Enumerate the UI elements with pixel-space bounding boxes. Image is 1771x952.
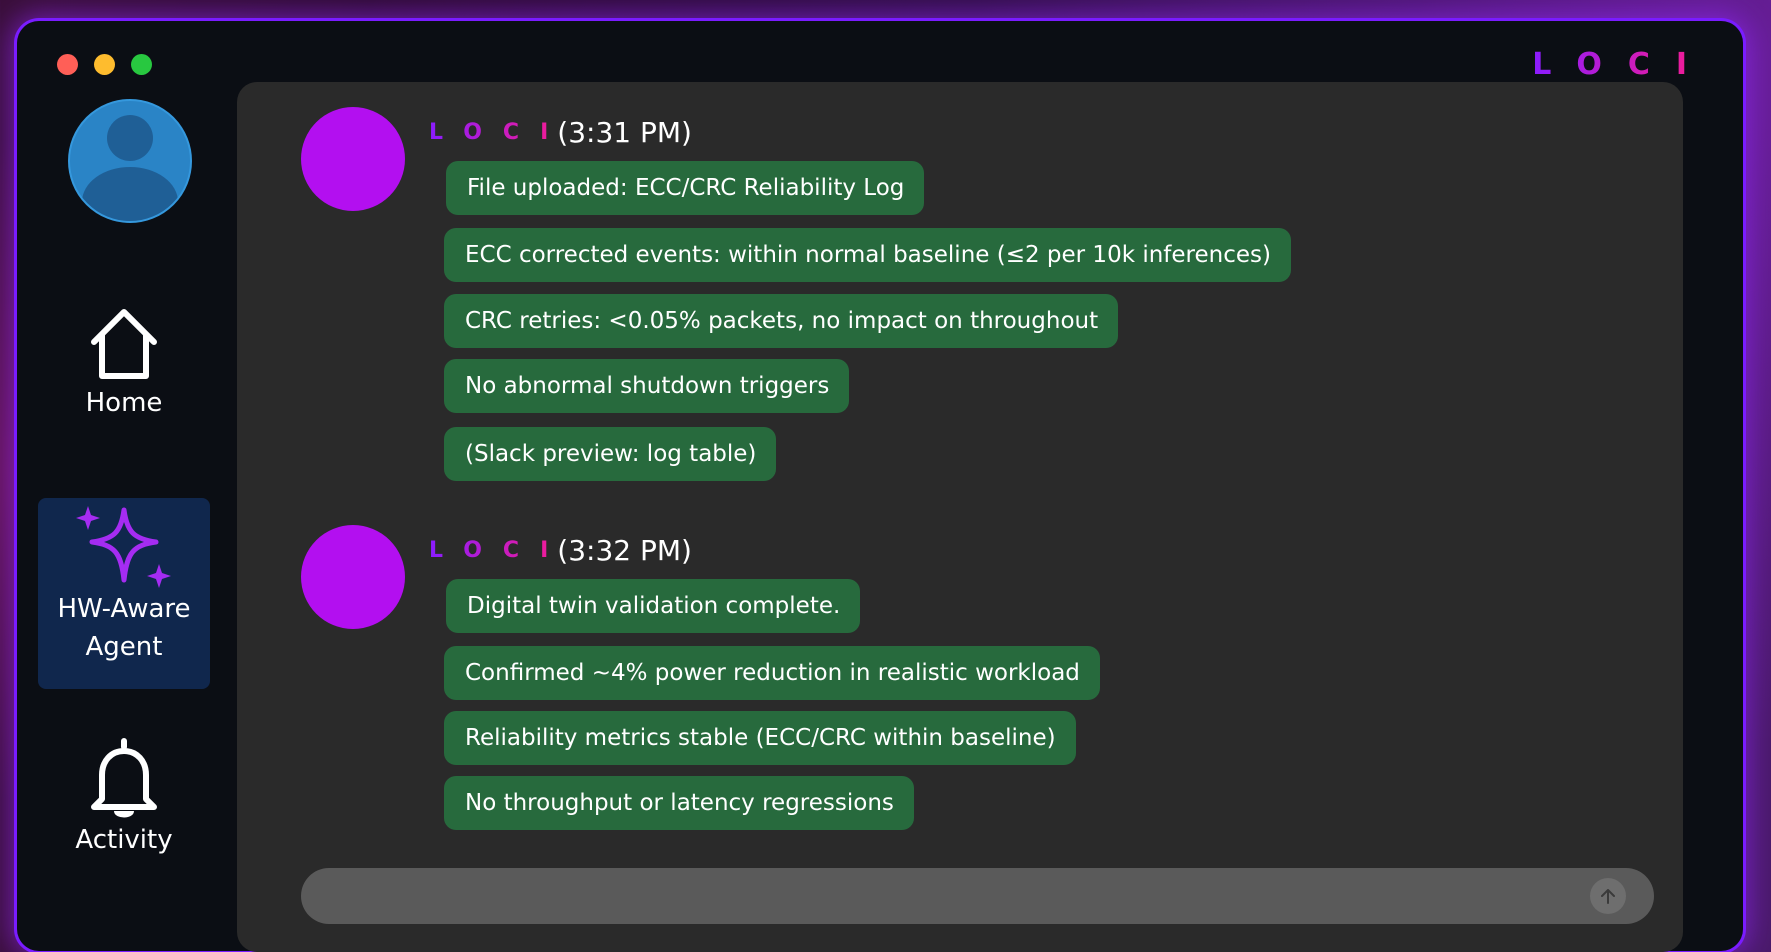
sender-name: LOCI: [429, 537, 570, 563]
message-bubble: CRC retries: <0.05% packets, no impact o…: [444, 294, 1119, 348]
message-bubble: Digital twin validation complete.: [446, 579, 861, 633]
message-time: (3:32 PM): [557, 533, 692, 567]
bot-avatar: [301, 525, 405, 629]
sidebar-item-label: Home: [85, 388, 163, 418]
message-bubble: No throughput or latency regressions: [444, 776, 914, 830]
message-header: LOCI (3:32 PM): [429, 530, 692, 570]
avatar-body-shape: [82, 167, 178, 221]
sidebar-item-home[interactable]: Home: [38, 304, 210, 422]
sender-name: LOCI: [429, 119, 570, 145]
sidebar-item-label: Activity: [75, 825, 173, 855]
send-button[interactable]: [1590, 878, 1626, 914]
message-bubble: No abnormal shutdown triggers: [444, 359, 850, 413]
message-bubble: File uploaded: ECC/CRC Reliability Log: [446, 161, 925, 215]
sidebar-item-activity[interactable]: Activity: [38, 737, 210, 859]
message-bubble: ECC corrected events: within normal base…: [444, 228, 1291, 282]
sidebar-item-label: HW-Aware Agent: [57, 594, 191, 662]
bell-icon: [91, 738, 157, 818]
app-brand-logo: LOCI: [1532, 47, 1713, 82]
sidebar-item-hw-aware-agent[interactable]: HW-Aware Agent: [38, 498, 210, 689]
home-icon: [91, 309, 157, 379]
message-time: (3:31 PM): [557, 115, 692, 149]
sidebar: Home HW-Aware Agent Activity: [17, 21, 253, 951]
avatar-head-shape: [107, 115, 153, 161]
message-bubble: (Slack preview: log table): [444, 427, 777, 481]
chat-panel: LOCI (3:31 PM) File uploaded: ECC/CRC Re…: [237, 82, 1683, 952]
sparkle-icon: [76, 506, 171, 588]
message-header: LOCI (3:31 PM): [429, 112, 692, 152]
arrow-up-icon: [1601, 889, 1615, 904]
message-input[interactable]: [301, 868, 1654, 924]
message-bubble: Confirmed ~4% power reduction in realist…: [444, 646, 1100, 700]
bot-avatar: [301, 107, 405, 211]
user-avatar[interactable]: [68, 99, 192, 223]
message-bubble: Reliability metrics stable (ECC/CRC with…: [444, 711, 1076, 765]
